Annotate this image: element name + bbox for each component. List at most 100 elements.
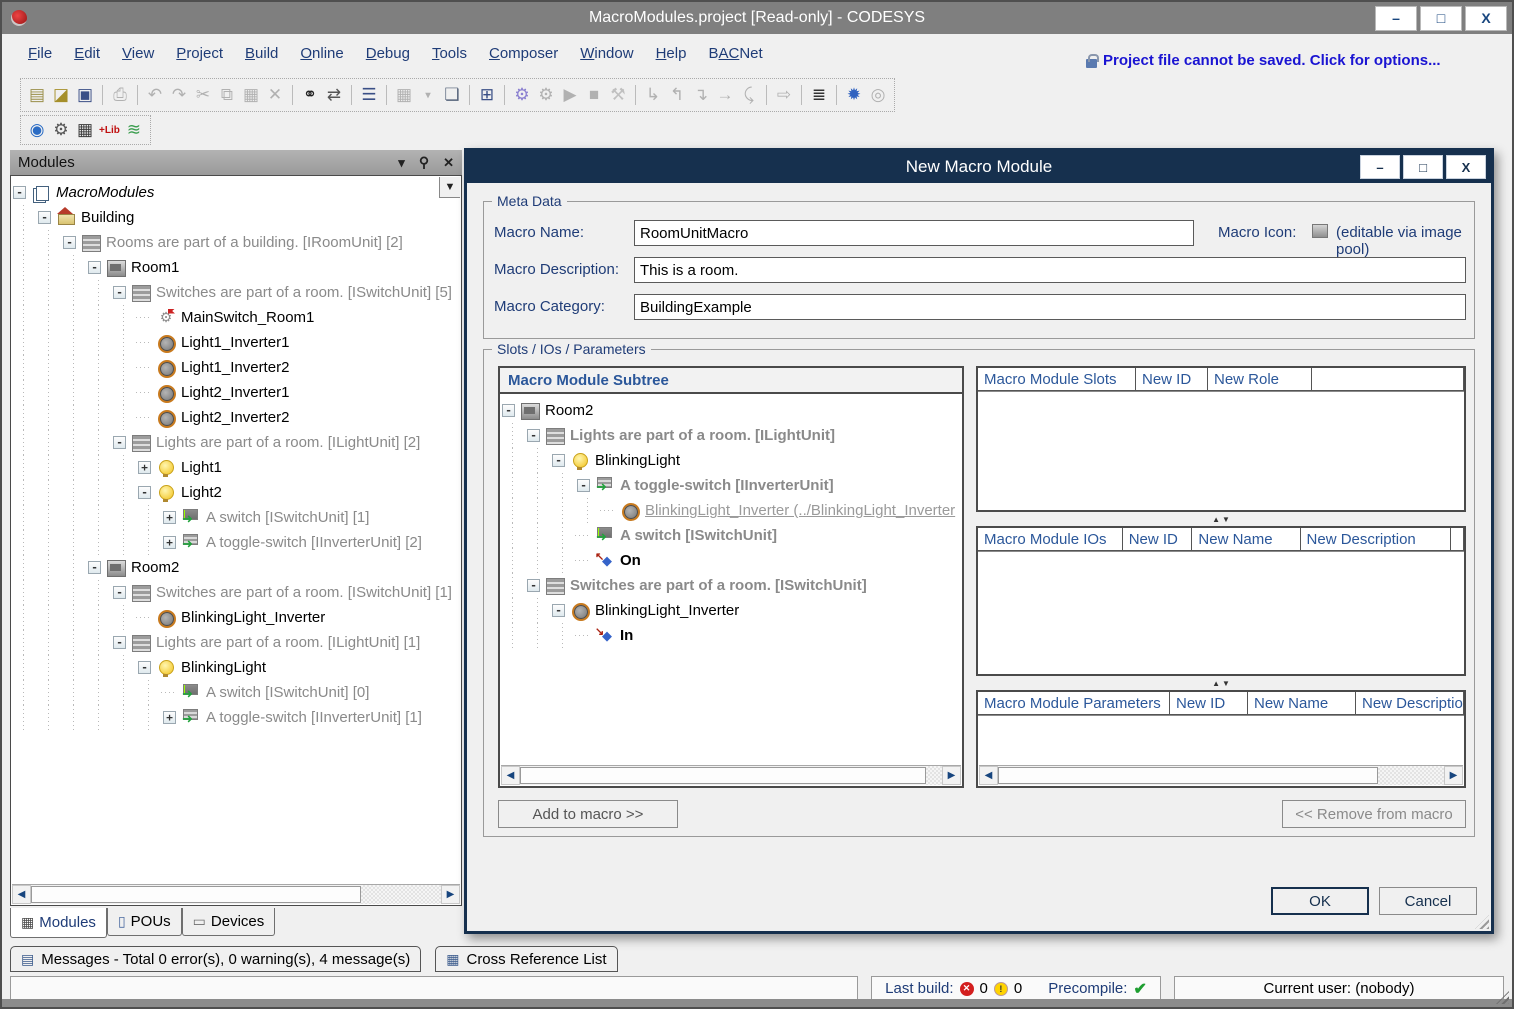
scroll-right-icon[interactable]: ▶: [942, 766, 961, 785]
menu-window[interactable]: Window: [580, 45, 633, 62]
collapse-icon[interactable]: -: [13, 186, 26, 199]
remove-from-macro-button[interactable]: << Remove from macro: [1282, 800, 1466, 828]
tree-item[interactable]: -Building: [11, 205, 461, 230]
expand-icon[interactable]: +: [163, 711, 176, 724]
menu-edit[interactable]: Edit: [74, 45, 100, 62]
column-header[interactable]: New Description: [1301, 528, 1451, 551]
composer-config-icon[interactable]: ⚙: [49, 117, 73, 143]
readonly-notice[interactable]: Project file cannot be saved. Click for …: [1086, 52, 1441, 69]
collapse-icon[interactable]: -: [502, 404, 515, 417]
tab-modules[interactable]: ▦Modules: [10, 908, 107, 938]
menu-project[interactable]: Project: [176, 45, 223, 62]
panel-menu-icon[interactable]: ▾: [398, 155, 405, 171]
scroll-left-icon[interactable]: ◀: [501, 766, 520, 785]
menu-help[interactable]: Help: [656, 45, 687, 62]
login-icon[interactable]: ⚙: [510, 82, 534, 108]
collapse-icon[interactable]: -: [138, 661, 151, 674]
library-icon[interactable]: ☰: [357, 82, 381, 108]
tree-item[interactable]: A switch [ISwitchUnit] [0]: [11, 680, 461, 705]
open-project-icon[interactable]: ◪: [49, 82, 73, 108]
collapse-icon[interactable]: -: [113, 436, 126, 449]
tree-item[interactable]: -Room1: [11, 255, 461, 280]
collapse-icon[interactable]: -: [63, 236, 76, 249]
scroll-right-icon[interactable]: ▶: [1444, 766, 1463, 785]
collapse-icon[interactable]: -: [527, 579, 540, 592]
tree-item[interactable]: -Lights are part of a room. [ILightUnit]…: [11, 430, 461, 455]
subtree-hscrollbar[interactable]: ◀ ▶: [501, 765, 961, 785]
ok-button[interactable]: OK: [1271, 887, 1369, 915]
tree-item[interactable]: +A switch [ISwitchUnit] [1]: [11, 505, 461, 530]
maximize-button[interactable]: □: [1420, 6, 1462, 31]
menu-debug[interactable]: Debug: [366, 45, 410, 62]
expand-icon[interactable]: +: [163, 536, 176, 549]
collapse-icon[interactable]: -: [88, 261, 101, 274]
scroll-right-icon[interactable]: ▶: [441, 885, 460, 904]
column-header[interactable]: New Name: [1192, 528, 1300, 551]
collapse-icon[interactable]: -: [113, 636, 126, 649]
tree-item[interactable]: A switch [ISwitchUnit]: [500, 523, 962, 548]
tree-item[interactable]: -Room2: [500, 398, 962, 423]
replace-icon[interactable]: ⇄: [322, 82, 346, 108]
tree-item[interactable]: -Switches are part of a room. [ISwitchUn…: [500, 573, 962, 598]
splitter-ios-params[interactable]: ▲▼: [976, 678, 1466, 688]
new-file-icon[interactable]: ▤: [25, 82, 49, 108]
tree-item[interactable]: -Lights are part of a room. [ILightUnit]: [500, 423, 962, 448]
collapse-icon[interactable]: -: [527, 429, 540, 442]
collapse-icon[interactable]: -: [552, 454, 565, 467]
panel-close-icon[interactable]: ✕: [443, 155, 454, 171]
tree-item[interactable]: -Room2: [11, 555, 461, 580]
collapse-icon[interactable]: -: [88, 561, 101, 574]
column-header[interactable]: Macro Module Slots: [978, 368, 1136, 391]
menu-composer[interactable]: Composer: [489, 45, 558, 62]
dialog-minimize-button[interactable]: –: [1360, 155, 1400, 179]
macro-icon-preview[interactable]: [1312, 224, 1328, 238]
flow-control-icon[interactable]: ✹: [842, 82, 866, 108]
tree-item[interactable]: Light2_Inverter2: [11, 405, 461, 430]
column-header[interactable]: New Role: [1208, 368, 1312, 391]
collapse-icon[interactable]: -: [552, 604, 565, 617]
tree-item[interactable]: In: [500, 623, 962, 648]
tree-dropdown-button[interactable]: ▼: [439, 177, 460, 198]
expand-icon[interactable]: +: [163, 511, 176, 524]
composer-sync-icon[interactable]: ◉: [25, 117, 49, 143]
tree-item[interactable]: -Switches are part of a room. [ISwitchUn…: [11, 280, 461, 305]
cancel-button[interactable]: Cancel: [1379, 887, 1477, 915]
menu-build[interactable]: Build: [245, 45, 278, 62]
tree-item[interactable]: -A toggle-switch [IInverterUnit]: [500, 473, 962, 498]
scroll-thumb[interactable]: [520, 767, 926, 784]
build-icon[interactable]: ⊞: [475, 82, 499, 108]
collapse-icon[interactable]: -: [113, 586, 126, 599]
breakpoints-icon[interactable]: ≣: [807, 82, 831, 108]
column-header[interactable]: Macro Module Parameters: [978, 692, 1170, 715]
pin-icon[interactable]: ⚲: [419, 154, 429, 171]
expand-icon[interactable]: +: [138, 461, 151, 474]
modules-tree-hscrollbar[interactable]: ◀ ▶: [12, 884, 460, 904]
tree-item[interactable]: BlinkingLight_Inverter (../BlinkingLight…: [500, 498, 962, 523]
menu-tools[interactable]: Tools: [432, 45, 467, 62]
scroll-thumb[interactable]: [998, 767, 1378, 784]
composer-modules-icon[interactable]: ▦: [73, 117, 97, 143]
collapse-icon[interactable]: -: [113, 286, 126, 299]
tree-item[interactable]: -Switches are part of a room. [ISwitchUn…: [11, 580, 461, 605]
tree-item[interactable]: +A toggle-switch [IInverterUnit] [1]: [11, 705, 461, 730]
tab-pous[interactable]: ▯POUs: [107, 908, 182, 936]
minimize-button[interactable]: –: [1375, 6, 1417, 31]
tree-item[interactable]: Light1_Inverter1: [11, 330, 461, 355]
tree-item[interactable]: -MacroModules: [11, 180, 461, 205]
composer-chart-icon[interactable]: ≋: [122, 117, 146, 143]
cross-reference-tab[interactable]: ▦ Cross Reference List: [435, 946, 617, 972]
find-icon[interactable]: ⚭: [298, 82, 322, 108]
add-to-macro-button[interactable]: Add to macro >>: [498, 800, 678, 828]
tree-item[interactable]: -BlinkingLight: [500, 448, 962, 473]
tab-devices[interactable]: ▭Devices: [182, 908, 276, 936]
tree-item[interactable]: Light1_Inverter2: [11, 355, 461, 380]
column-header[interactable]: [1451, 528, 1464, 551]
dialog-resize-grip[interactable]: [1475, 915, 1489, 929]
tree-item[interactable]: +A toggle-switch [IInverterUnit] [2]: [11, 530, 461, 555]
menu-file[interactable]: File: [28, 45, 52, 62]
column-header[interactable]: New ID: [1123, 528, 1193, 551]
tree-item[interactable]: -BlinkingLight: [11, 655, 461, 680]
macro-name-input[interactable]: [634, 220, 1194, 246]
close-button[interactable]: X: [1465, 6, 1507, 31]
tree-item[interactable]: -Light2: [11, 480, 461, 505]
